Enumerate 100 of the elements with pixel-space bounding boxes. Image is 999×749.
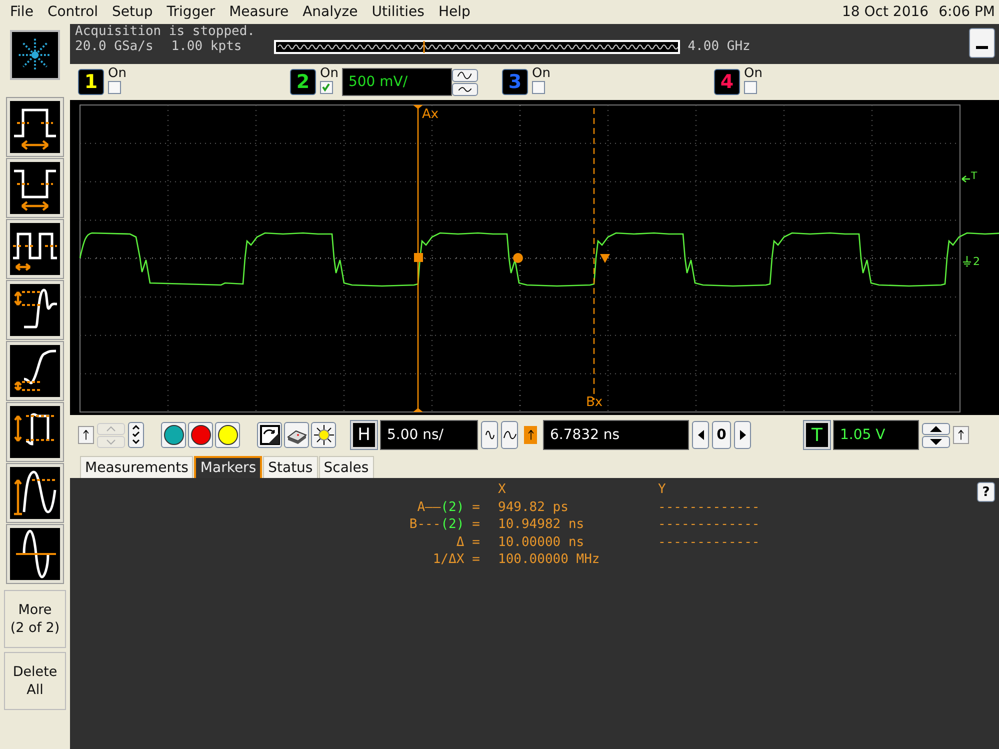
arrow-up-button[interactable] (78, 426, 94, 444)
sample-rate: 20.0 GSa/s (75, 39, 154, 54)
sine-button[interactable] (481, 421, 498, 449)
channel-checkbox[interactable] (532, 81, 545, 94)
measure-tool-button[interactable] (7, 159, 63, 217)
timebase-field[interactable]: 5.00 ns/ (380, 420, 478, 450)
triangle-down-icon (929, 438, 943, 446)
marker-b-line[interactable] (593, 108, 595, 400)
channel-checkbox[interactable] (108, 81, 121, 94)
measure-tool-button[interactable] (7, 98, 63, 156)
measure-tool-button[interactable] (7, 464, 63, 522)
level-up-button[interactable] (922, 422, 950, 434)
arrow-left-button[interactable] (692, 421, 709, 449)
date-text: 18 Oct 2016 (842, 4, 929, 20)
side-button[interactable]: Delete All (4, 652, 66, 710)
triangle-right-icon (738, 429, 746, 441)
brightness-icon[interactable] (311, 422, 336, 448)
channel-number: 2 (296, 72, 310, 92)
marker-name: 1/ΔX (432, 552, 464, 568)
printer-icon[interactable] (284, 422, 309, 448)
wave-icon (456, 84, 474, 94)
bandwidth-text: 4.00 GHz (688, 39, 750, 54)
channel-on-label: On (108, 66, 126, 81)
channel-number: 3 (508, 72, 522, 92)
menu-item[interactable]: File (10, 4, 34, 20)
tab[interactable]: Scales (318, 456, 374, 478)
step-button[interactable]: 0 (712, 421, 731, 449)
triangle-left-icon (696, 429, 704, 441)
delay-reference-button[interactable] (524, 426, 537, 444)
marker-x-value: 10.94982 ns (497, 517, 586, 532)
menu-item[interactable]: Setup (112, 4, 153, 20)
measure-tool-button[interactable] (7, 220, 63, 278)
menu-item[interactable]: Utilities (372, 4, 424, 20)
channel-level-marker: 2 (973, 255, 980, 269)
tab[interactable]: Status (263, 456, 318, 478)
measure-tool-button[interactable] (7, 525, 63, 583)
menu-item[interactable]: Help (438, 4, 470, 20)
channel-number: 4 (720, 72, 734, 92)
memory-depth: 1.00 kpts (171, 39, 242, 54)
horizontal-button[interactable]: H (351, 421, 377, 449)
menu-item[interactable]: Trigger (166, 4, 216, 20)
measure-tool-button[interactable] (7, 403, 63, 461)
zoom-button[interactable] (257, 422, 282, 448)
channel-button[interactable]: 1 (78, 69, 104, 95)
color-button[interactable] (215, 422, 240, 448)
channel-on-label: On (320, 66, 338, 81)
delay-field[interactable]: 6.7832 ns (543, 420, 689, 450)
sine-icon (502, 428, 516, 442)
channel-button[interactable]: 2 (290, 69, 316, 95)
acquisition-status: Acquisition is stopped. (75, 24, 256, 39)
channel-checkbox[interactable] (320, 81, 333, 94)
marker-x-value: 949.82 ps (497, 500, 570, 515)
wave-icon (456, 70, 474, 80)
ac-coupling-button[interactable] (452, 68, 478, 82)
marker-a-line[interactable] (413, 105, 423, 412)
triangle-up-icon (929, 424, 943, 432)
column-header: Y (658, 482, 666, 498)
arrow-up-icon (82, 429, 90, 441)
dc-coupling-button[interactable] (452, 82, 478, 96)
channel-checkbox[interactable] (744, 81, 757, 94)
marker-name: A—— (417, 500, 441, 515)
measure-tool-button[interactable] (7, 342, 63, 400)
channel-button[interactable]: 3 (502, 69, 528, 95)
marker-source: (2) (440, 517, 464, 532)
tab[interactable]: Measurements (80, 456, 194, 478)
menu-item[interactable]: Analyze (302, 4, 358, 20)
marker-x-value: 100.00000 MHz (497, 552, 601, 568)
measure-tool-button[interactable] (7, 281, 63, 339)
arrow-up-button[interactable] (953, 426, 969, 444)
equals-sign: = (472, 552, 480, 568)
marker-y-value: ------------- (658, 534, 760, 550)
equals-sign: = (472, 500, 480, 515)
channel-scale-field[interactable]: 500 mV/ (342, 68, 452, 96)
tab[interactable]: Markers (194, 456, 262, 478)
auto-scroll-button[interactable] (128, 422, 144, 448)
marker-name: B--- (409, 517, 441, 532)
marker-y-value: ------------- (658, 517, 760, 532)
minimize-button[interactable] (969, 28, 995, 58)
marker-b-point (600, 254, 610, 263)
arrow-right-button[interactable] (734, 421, 751, 449)
level-down-button[interactable] (922, 436, 950, 448)
time-text: 6:06 PM (938, 4, 995, 20)
equals-sign: = (472, 517, 480, 532)
logo-button[interactable] (10, 30, 60, 80)
marker-a-point (414, 253, 423, 262)
channel-button[interactable]: 4 (714, 69, 740, 95)
help-button[interactable]: ? (977, 482, 995, 502)
trigger-button[interactable]: T (804, 421, 830, 449)
sine-button[interactable] (501, 421, 518, 449)
menu-item[interactable]: Control (47, 4, 98, 20)
ground-icon (962, 256, 972, 266)
channel-on-label: On (532, 66, 550, 81)
marker-a-label: Ax (422, 108, 439, 122)
color-button[interactable] (188, 422, 213, 448)
marker-source: (2) (440, 500, 464, 515)
chevron-check-icon (131, 424, 141, 446)
side-button[interactable]: More (2 of 2) (4, 590, 66, 648)
trigger-level-field[interactable]: 1.05 V (833, 420, 919, 450)
color-button[interactable] (161, 422, 186, 448)
menu-item[interactable]: Measure (229, 4, 289, 20)
